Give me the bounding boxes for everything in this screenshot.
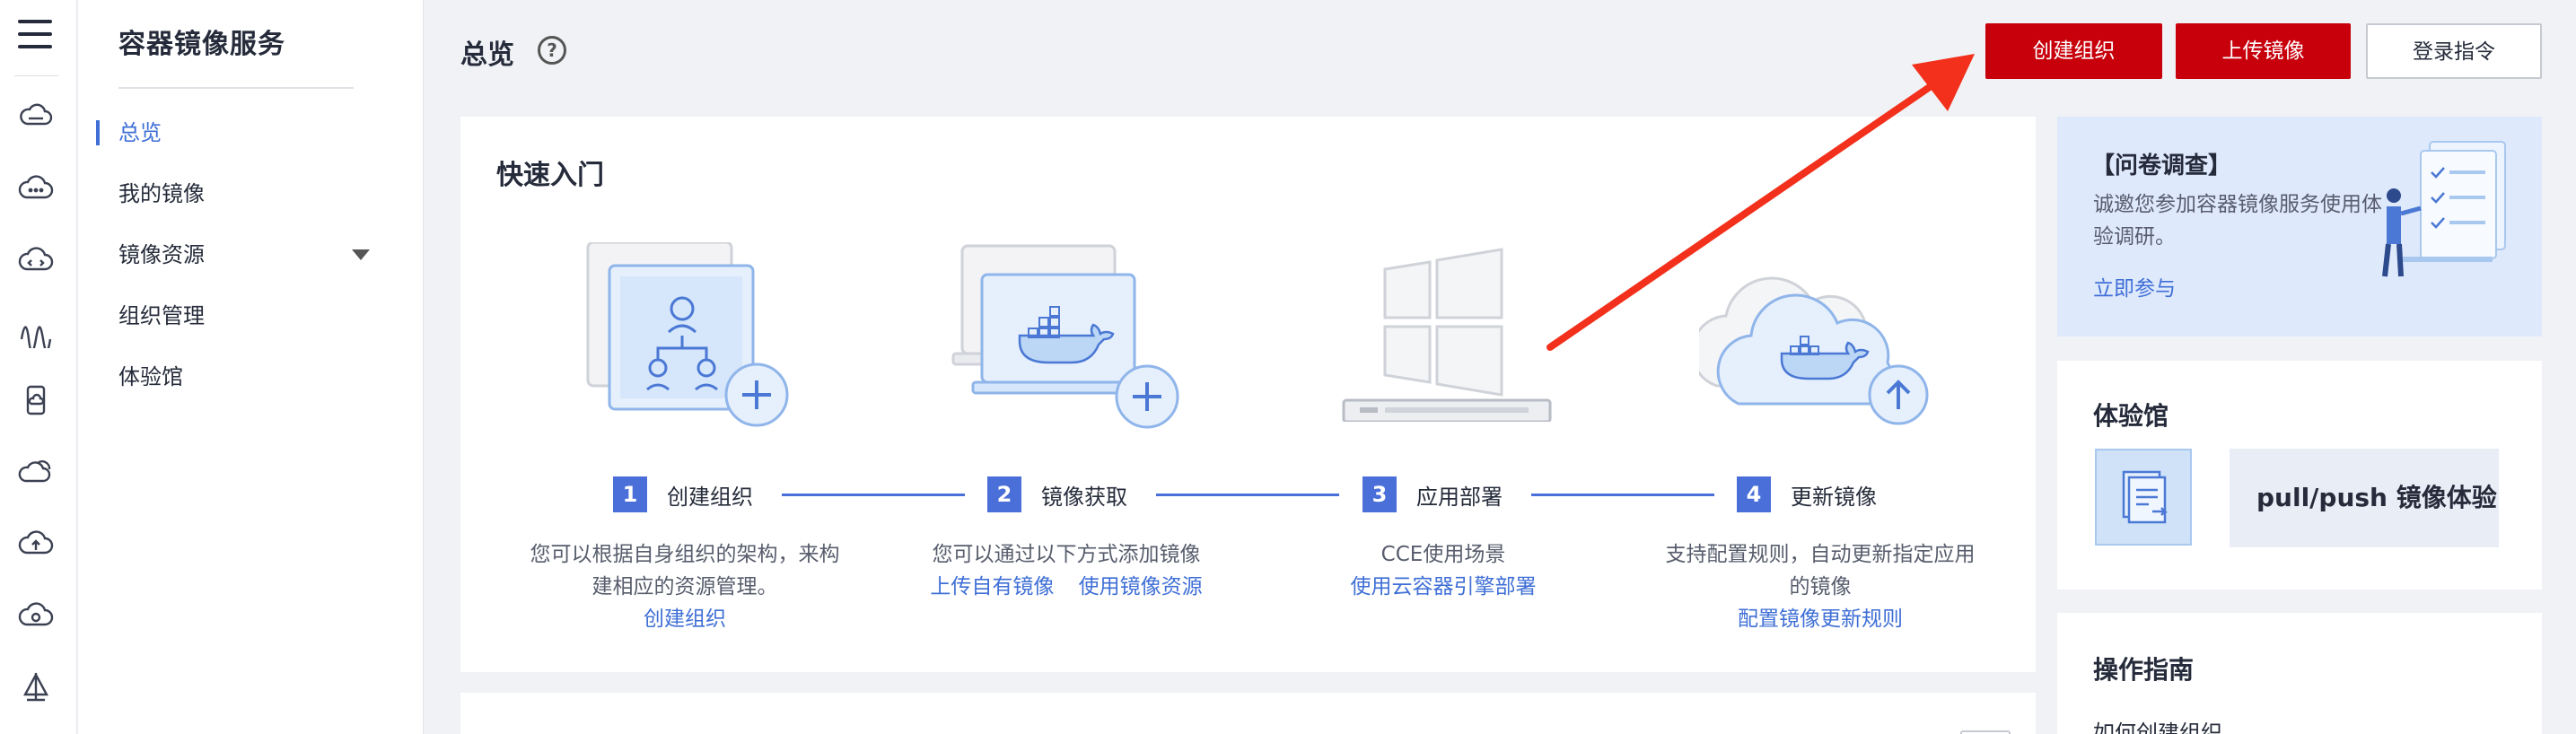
step-number: 4 — [1737, 476, 1771, 512]
active-indicator — [96, 120, 100, 145]
sidebar-item-label: 总览 — [118, 120, 162, 145]
service-sidebar: 容器镜像服务 总览 我的镜像 镜像资源 组织管理 体验馆 — [78, 0, 424, 734]
step-label: 创建组织 — [667, 484, 753, 510]
guide-title: 操作指南 — [2093, 655, 2195, 685]
step-3-description: CCE使用场景 使用云容器引擎部署 — [1273, 538, 1614, 603]
sail-icon[interactable] — [16, 668, 56, 707]
bottom-card — [460, 693, 2036, 734]
description-line: 您可以通过以下方式添加镜像 — [932, 543, 1201, 566]
deploy-with-cce-link[interactable]: 使用云容器引擎部署 — [1273, 571, 1614, 603]
sidebar-item-label: 镜像资源 — [118, 242, 205, 267]
org-illustration-icon — [586, 242, 802, 440]
cloud-update-illustration-icon — [1699, 242, 1932, 431]
step-number: 3 — [1362, 476, 1397, 512]
step-2-description: 您可以通过以下方式添加镜像 上传自有镜像 使用镜像资源 — [887, 538, 1246, 603]
cloud-dots-icon[interactable] — [16, 169, 56, 208]
sidebar-item-overview[interactable]: 总览 — [96, 115, 406, 151]
wave-icon[interactable] — [16, 310, 56, 350]
config-update-rule-link[interactable]: 配置镜像更新规则 — [1632, 603, 2009, 635]
guide-link-create-org[interactable]: 如何创建组织 — [2093, 715, 2222, 734]
description-line: 支持配置规则，自动更新指定应用 — [1665, 543, 1976, 566]
description-line: 的镜像 — [1789, 575, 1852, 599]
survey-title: 【问卷调查】 — [2091, 153, 2232, 179]
login-command-button[interactable]: 登录指令 — [2366, 23, 2542, 79]
docker-laptop-illustration-icon — [950, 242, 1183, 440]
create-org-button[interactable]: 创建组织 — [1985, 23, 2162, 79]
experience-card: 体验馆 pull/push 镜像体验 — [2057, 361, 2542, 590]
step-number: 2 — [987, 476, 1021, 512]
cloud-disk-icon[interactable] — [16, 97, 56, 136]
guide-card: 操作指南 如何创建组织 — [2057, 613, 2542, 734]
description-line: 您可以根据自身组织的架构，来构 — [530, 543, 840, 566]
cloud-code-icon[interactable] — [16, 240, 56, 280]
step-get-image: 2 镜像获取 — [987, 476, 1127, 513]
step-connector — [782, 494, 965, 496]
description-line: 建相应的资源管理。 — [591, 575, 778, 599]
use-image-resources-link[interactable]: 使用镜像资源 — [1079, 575, 1203, 599]
sidebar-item-label: 体验馆 — [118, 364, 183, 389]
survey-card: 【问卷调查】 诚邀您参加容器镜像服务使用体验调研。 立即参与 — [2057, 117, 2542, 336]
sidebar-item-experience[interactable]: 体验馆 — [118, 359, 406, 395]
phone-cloud-icon[interactable] — [16, 380, 56, 420]
sidebar-item-my-images[interactable]: 我的镜像 — [118, 176, 406, 212]
survey-text: 诚邀您参加容器镜像服务使用体验调研。 — [2093, 193, 2382, 249]
cloud-double-icon[interactable] — [16, 452, 56, 492]
sidebar-item-image-resources[interactable]: 镜像资源 — [118, 237, 406, 273]
step-label: 应用部署 — [1416, 484, 1503, 510]
caret-down-icon[interactable] — [352, 249, 370, 260]
rail-divider — [14, 75, 59, 76]
description-line: CCE使用场景 — [1380, 543, 1506, 566]
deploy-illustration-icon — [1331, 242, 1555, 422]
icon-rail — [0, 0, 77, 734]
card-control[interactable] — [1960, 730, 2011, 734]
cloud-upload-icon[interactable] — [16, 524, 56, 564]
step-connector — [1531, 494, 1714, 496]
quickstart-title: 快速入门 — [496, 160, 604, 191]
tile-label: pull/push 镜像体验 — [2256, 483, 2497, 512]
quickstart-card: 快速入门 1 创建组织 2 镜像获取 3 应用部署 4 更新镜像 您可以根据自身… — [460, 117, 2036, 672]
step-label: 镜像获取 — [1041, 484, 1127, 510]
page-title: 总览 — [460, 39, 514, 71]
document-stack-icon — [2095, 449, 2192, 546]
experience-title: 体验馆 — [2093, 401, 2169, 431]
step-deploy: 3 应用部署 — [1362, 476, 1503, 513]
create-org-link[interactable]: 创建组织 — [514, 603, 855, 635]
sidebar-item-org-management[interactable]: 组织管理 — [118, 298, 406, 334]
step-connector — [1156, 494, 1339, 496]
step-number: 1 — [613, 476, 647, 512]
sidebar-item-label: 组织管理 — [118, 303, 205, 328]
survey-illustration-icon — [2367, 133, 2528, 316]
step-update-image: 4 更新镜像 — [1737, 476, 1877, 513]
step-1-description: 您可以根据自身组织的架构，来构 建相应的资源管理。 创建组织 — [514, 538, 855, 635]
sidebar-divider — [118, 87, 354, 89]
cloud-loop-icon[interactable] — [16, 596, 56, 635]
step-label: 更新镜像 — [1791, 484, 1877, 510]
upload-own-image-link[interactable]: 上传自有镜像 — [930, 575, 1054, 599]
step-create-org: 1 创建组织 — [613, 476, 753, 513]
join-survey-link[interactable]: 立即参与 — [2093, 271, 2176, 301]
sidebar-item-label: 我的镜像 — [118, 181, 205, 206]
help-icon[interactable]: ? — [538, 36, 566, 65]
menu-icon[interactable] — [18, 16, 54, 52]
step-4-description: 支持配置规则，自动更新指定应用 的镜像 配置镜像更新规则 — [1632, 538, 2009, 635]
upload-image-button[interactable]: 上传镜像 — [2176, 23, 2351, 79]
arrow-head — [1912, 54, 1975, 111]
service-title: 容器镜像服务 — [118, 29, 285, 60]
pull-push-experience-tile[interactable]: pull/push 镜像体验 — [2230, 449, 2499, 547]
